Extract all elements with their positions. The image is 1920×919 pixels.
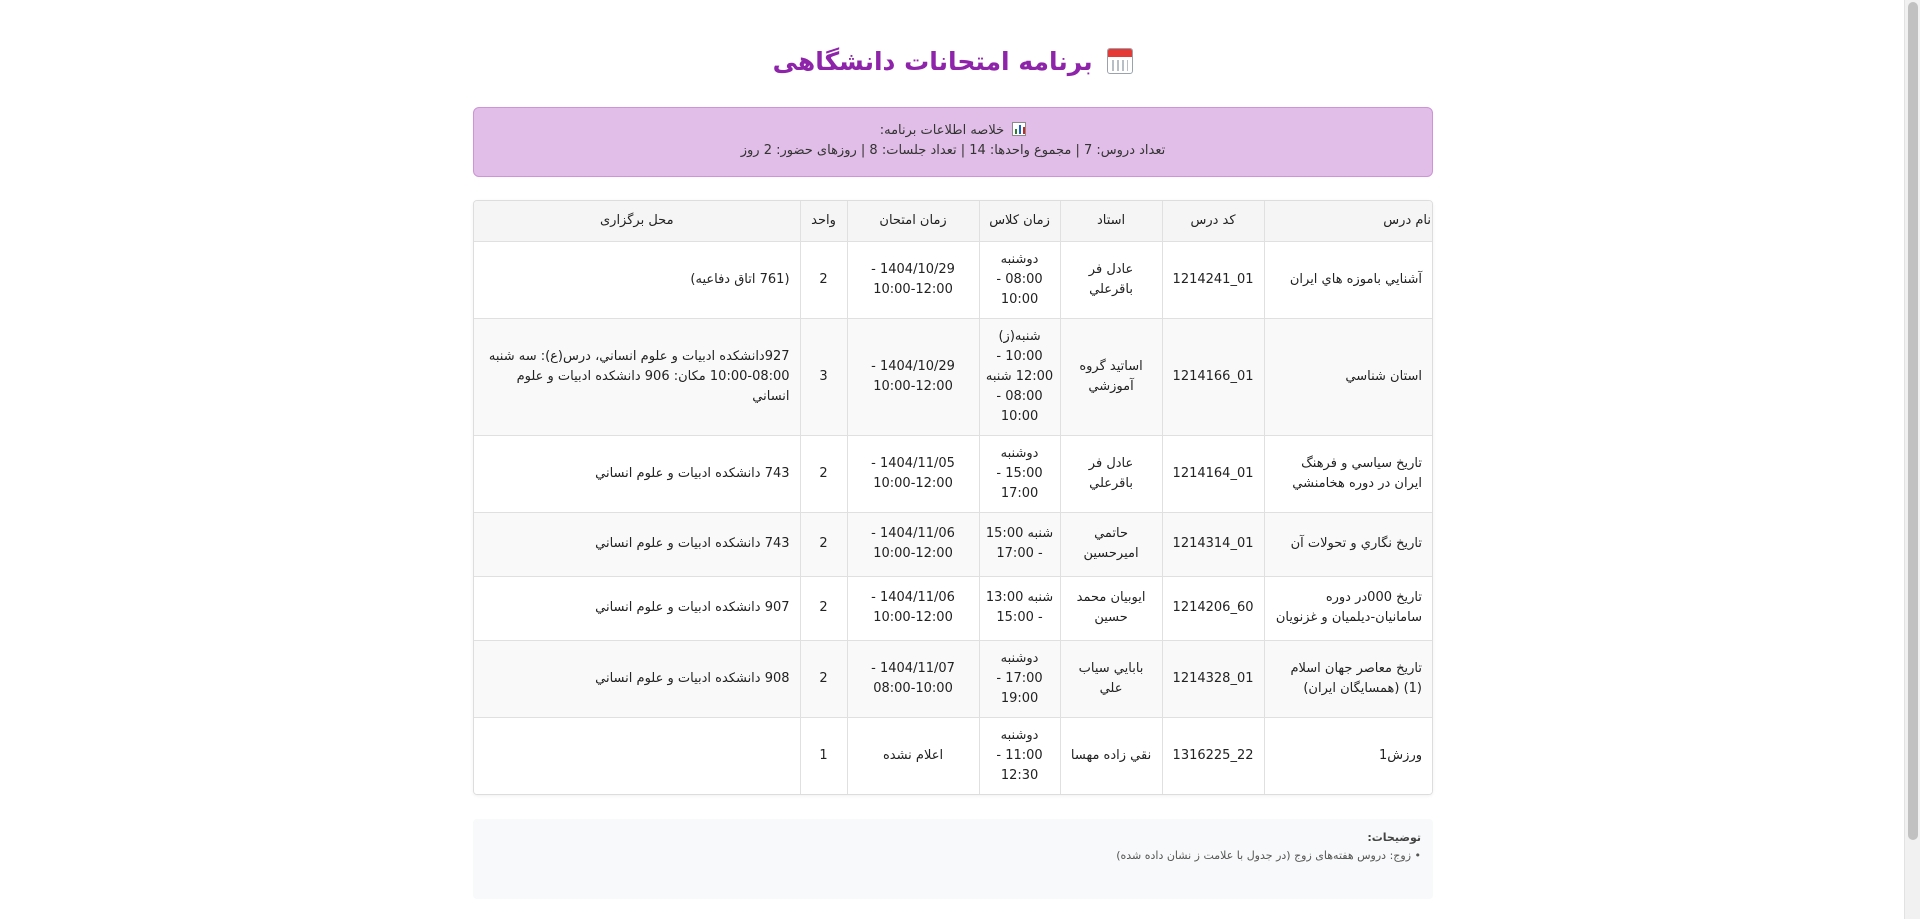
- vertical-scrollbar[interactable]: [1904, 0, 1920, 919]
- cell-course-name: ورزش1: [1263, 716, 1432, 794]
- header-professor: استاد: [1059, 201, 1163, 242]
- cell-exam-time: 1404/11/06 - 10:00-12:00: [846, 511, 980, 577]
- table-row: آشنايي باموزه هاي ايران 01_1214241 عادل …: [474, 240, 1432, 319]
- cell-exam-time: 1404/11/07 - 08:00-10:00: [846, 639, 980, 718]
- cell-exam-time: 1404/11/06 - 10:00-12:00: [846, 575, 980, 641]
- header-course-name: نام درس: [1263, 201, 1432, 242]
- header-exam-time: زمان امتحان: [846, 201, 980, 242]
- cell-exam-time: اعلام نشده: [846, 716, 980, 794]
- table-row: ورزش1 22_1316225 نقي زاده مهسا دوشنبه 11…: [474, 716, 1432, 794]
- calendar-icon: [1107, 48, 1134, 74]
- notes-line: • زوج: دروس هفته‌های زوج (در جدول با علا…: [1116, 848, 1421, 862]
- scrollbar-thumb[interactable]: [1908, 2, 1918, 840]
- table-row: تاريخ 000در دوره سامانيان-ديلميان و غزنو…: [474, 575, 1432, 641]
- cell-course-code: 01_1214166: [1161, 317, 1265, 436]
- cell-course-code: 60_1214206: [1161, 575, 1265, 641]
- cell-class-time: دوشنبه 15:00 - 17:00: [978, 434, 1061, 513]
- table-row: تاريخ نگاري و تحولات آن 01_1214314 حاتمي…: [474, 511, 1432, 577]
- cell-unit: 3: [799, 317, 848, 436]
- header-class-time: زمان کلاس: [978, 201, 1061, 242]
- page-title-wrap: برنامه امتحانات دانشگاهی: [473, 44, 1433, 80]
- cell-course-code: 22_1316225: [1161, 716, 1265, 794]
- page-title: برنامه امتحانات دانشگاهی: [772, 47, 1093, 76]
- header-location: محل برگزاری: [474, 201, 801, 242]
- summary-box: خلاصه اطلاعات برنامه: تعداد دروس: 7 | مج…: [473, 107, 1433, 177]
- cell-course-code: 01_1214314: [1161, 511, 1265, 577]
- cell-course-name: تاريخ معاصر جهان اسلام (1) (همسايگان اير…: [1263, 639, 1432, 718]
- cell-location: 743 دانشکده ادبيات و علوم انساني: [474, 511, 801, 577]
- cell-professor: عادل فر باقرعلي: [1059, 240, 1163, 319]
- cell-professor: حاتمي اميرحسين: [1059, 511, 1163, 577]
- cell-professor: ايوبيان محمد حسين: [1059, 575, 1163, 641]
- cell-unit: 2: [799, 511, 848, 577]
- cell-class-time: شنبه 13:00 - 15:00: [978, 575, 1061, 641]
- cell-course-name: تاريخ نگاري و تحولات آن: [1263, 511, 1432, 577]
- cell-course-name: آشنايي باموزه هاي ايران: [1263, 240, 1432, 319]
- cell-unit: 2: [799, 434, 848, 513]
- cell-location: 927دانشکده ادبيات و علوم انساني، درس(ع):…: [474, 317, 801, 436]
- cell-course-code: 01_1214241: [1161, 240, 1265, 319]
- cell-course-code: 01_1214164: [1161, 434, 1265, 513]
- schedule-table: نام درس کد درس استاد زمان کلاس زمان امتح…: [474, 201, 1432, 794]
- cell-professor: عادل فر باقرعلي: [1059, 434, 1163, 513]
- cell-location: 907 دانشکده ادبيات و علوم انساني: [474, 575, 801, 641]
- cell-exam-time: 1404/10/29 - 10:00-12:00: [846, 317, 980, 436]
- cell-exam-time: 1404/10/29 - 10:00-12:00: [846, 240, 980, 319]
- bar-chart-icon: [1012, 122, 1027, 136]
- summary-header: خلاصه اطلاعات برنامه:: [474, 121, 1432, 141]
- table-row: تاريخ سياسي و فرهنگ ايران در دوره هخامنش…: [474, 434, 1432, 513]
- cell-professor: اساتيد گروه آموزشي: [1059, 317, 1163, 436]
- summary-label: خلاصه اطلاعات برنامه:: [879, 123, 1005, 138]
- cell-unit: 2: [799, 575, 848, 641]
- cell-course-name: استان شناسي: [1263, 317, 1432, 436]
- header-course-code: کد درس: [1161, 201, 1265, 242]
- notes-box: توضیحات: • زوج: دروس هفته‌های زوج (در جد…: [473, 818, 1433, 899]
- cell-course-name: تاريخ 000در دوره سامانيان-ديلميان و غزنو…: [1263, 575, 1432, 641]
- table-row: تاريخ معاصر جهان اسلام (1) (همسايگان اير…: [474, 639, 1432, 718]
- page: برنامه امتحانات دانشگاهی خلاصه اطلاعات ب…: [0, 0, 1904, 919]
- cell-unit: 2: [799, 639, 848, 718]
- notes-title: توضیحات:: [1367, 830, 1421, 844]
- cell-class-time: شنبه(ز) 10:00 - 12:00 شنبه 08:00 - 10:00: [978, 317, 1061, 436]
- cell-location: 743 دانشکده ادبيات و علوم انساني: [474, 434, 801, 513]
- cell-location: (761 اتاق دفاعيه): [474, 240, 801, 319]
- cell-course-code: 01_1214328: [1161, 639, 1265, 718]
- cell-unit: 1: [799, 716, 848, 794]
- cell-class-time: دوشنبه 17:00 - 19:00: [978, 639, 1061, 718]
- cell-class-time: دوشنبه 11:00 - 12:30: [978, 716, 1061, 794]
- schedule-table-wrapper: نام درس کد درس استاد زمان کلاس زمان امتح…: [473, 200, 1433, 795]
- cell-exam-time: 1404/11/05 - 10:00-12:00: [846, 434, 980, 513]
- cell-professor: نقي زاده مهسا: [1059, 716, 1163, 794]
- cell-class-time: دوشنبه 08:00 - 10:00: [978, 240, 1061, 319]
- main-container: برنامه امتحانات دانشگاهی خلاصه اطلاعات ب…: [473, 0, 1433, 899]
- summary-stats: تعداد دروس: 7 | مجموع واحدها: 14 | تعداد…: [740, 143, 1166, 158]
- table-header-row: نام درس کد درس استاد زمان کلاس زمان امتح…: [474, 201, 1432, 242]
- cell-unit: 2: [799, 240, 848, 319]
- cell-class-time: شنبه 15:00 - 17:00: [978, 511, 1061, 577]
- table-row: استان شناسي 01_1214166 اساتيد گروه آموزش…: [474, 317, 1432, 436]
- cell-professor: بابايي سياب علي: [1059, 639, 1163, 718]
- cell-location: 908 دانشکده ادبيات و علوم انساني: [474, 639, 801, 718]
- header-unit: واحد: [799, 201, 848, 242]
- cell-course-name: تاريخ سياسي و فرهنگ ايران در دوره هخامنش…: [1263, 434, 1432, 513]
- cell-location: [474, 716, 801, 794]
